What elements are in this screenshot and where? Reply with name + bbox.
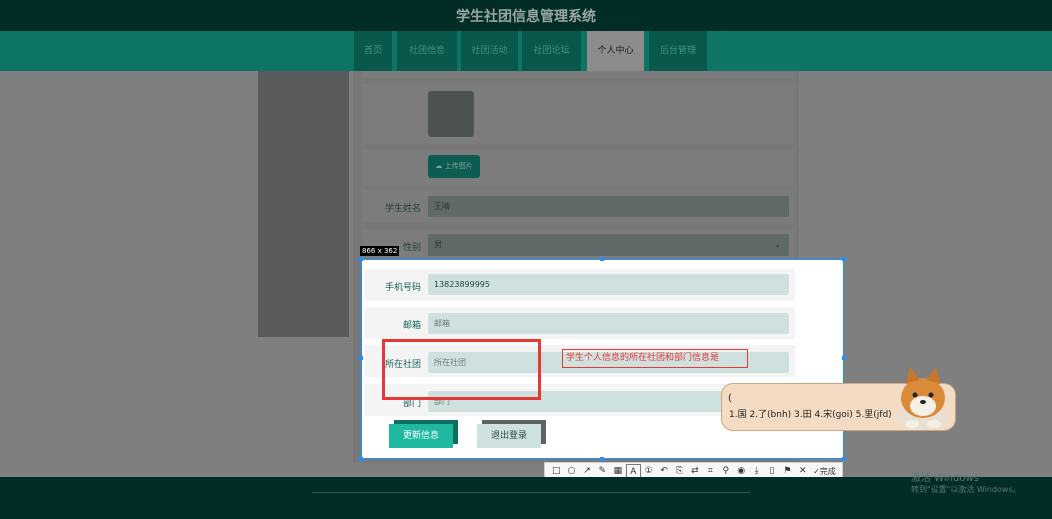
resize-handle-bottom-right[interactable] (842, 457, 846, 461)
annotation-text: 学生个人信息的所在社团和部门信息是 (566, 353, 720, 363)
resize-handle-top-right[interactable] (842, 257, 846, 261)
upload-label: 上传图片 (444, 162, 473, 170)
name-input[interactable]: 王晴 (428, 196, 789, 217)
name-label: 学生姓名 (384, 204, 421, 214)
resize-handle-bottom[interactable] (600, 457, 604, 461)
phone-input[interactable]: 13823899995 (428, 274, 789, 295)
ime-candidate-list[interactable]: 1.国 2.了(bnh) 3.田 4.宋(goi) 5.里(jfd) (729, 407, 892, 420)
windows-activate-subtitle: 转到"设置"以激活 Windows。 (911, 485, 1021, 494)
sidebar-panel (258, 71, 349, 337)
update-info-button[interactable]: 更新信息 (389, 424, 453, 448)
main-nav: 首页 社团信息 社团活动 社团论坛 个人中心 后台管理 (0, 31, 1052, 71)
windows-activate-title: 激活 Windows (911, 473, 979, 484)
resize-handle-bottom-left[interactable] (359, 457, 363, 461)
nav-tab-club-forum[interactable]: 社团论坛 (522, 31, 581, 71)
email-input[interactable]: 邮箱 (428, 313, 789, 334)
nav-tab-home[interactable]: 首页 (354, 31, 392, 71)
form-row-upload (362, 149, 794, 185)
gender-value: 男 (434, 240, 442, 249)
resize-handle-top-left[interactable] (359, 257, 363, 261)
avatar[interactable] (428, 91, 474, 137)
nav-tab-admin[interactable]: 后台管理 (649, 31, 707, 71)
nav-tab-personal-center[interactable]: 个人中心 (587, 31, 644, 71)
chevron-down-icon: ⌄ (774, 240, 781, 249)
resize-handle-right[interactable] (842, 356, 846, 360)
check-icon: ✓ (813, 467, 820, 476)
email-label: 邮箱 (402, 321, 421, 331)
annotation-rectangle[interactable] (382, 339, 541, 400)
nav-tab-club-activities[interactable]: 社团活动 (461, 31, 518, 71)
gender-select[interactable]: 男 ⌄ (428, 234, 789, 256)
ime-composition: ( (728, 393, 732, 404)
logout-button[interactable]: 退出登录 (477, 424, 541, 448)
resize-handle-top[interactable] (600, 257, 604, 261)
site-title: 学生社团信息管理系统 (456, 9, 596, 25)
finish-label: 完成 (819, 467, 836, 476)
shiba-dog-icon (897, 366, 949, 430)
form-row-avatar (362, 84, 794, 144)
phone-label: 手机号码 (384, 283, 421, 293)
selection-size-label: 866 x 362 (360, 246, 400, 256)
resize-handle-left[interactable] (359, 356, 363, 360)
upload-image-button[interactable]: ☁ 上传图片 (428, 155, 480, 178)
site-header: 学生社团信息管理系统 (0, 0, 1052, 31)
footer-divider (312, 492, 750, 493)
form-row-top (362, 71, 794, 78)
site-footer (0, 477, 1052, 519)
cloud-upload-icon: ☁ (435, 162, 443, 170)
annotation-text-box[interactable]: 学生个人信息的所在社团和部门信息是 (562, 349, 748, 368)
nav-tab-club-info[interactable]: 社团信息 (397, 31, 457, 71)
